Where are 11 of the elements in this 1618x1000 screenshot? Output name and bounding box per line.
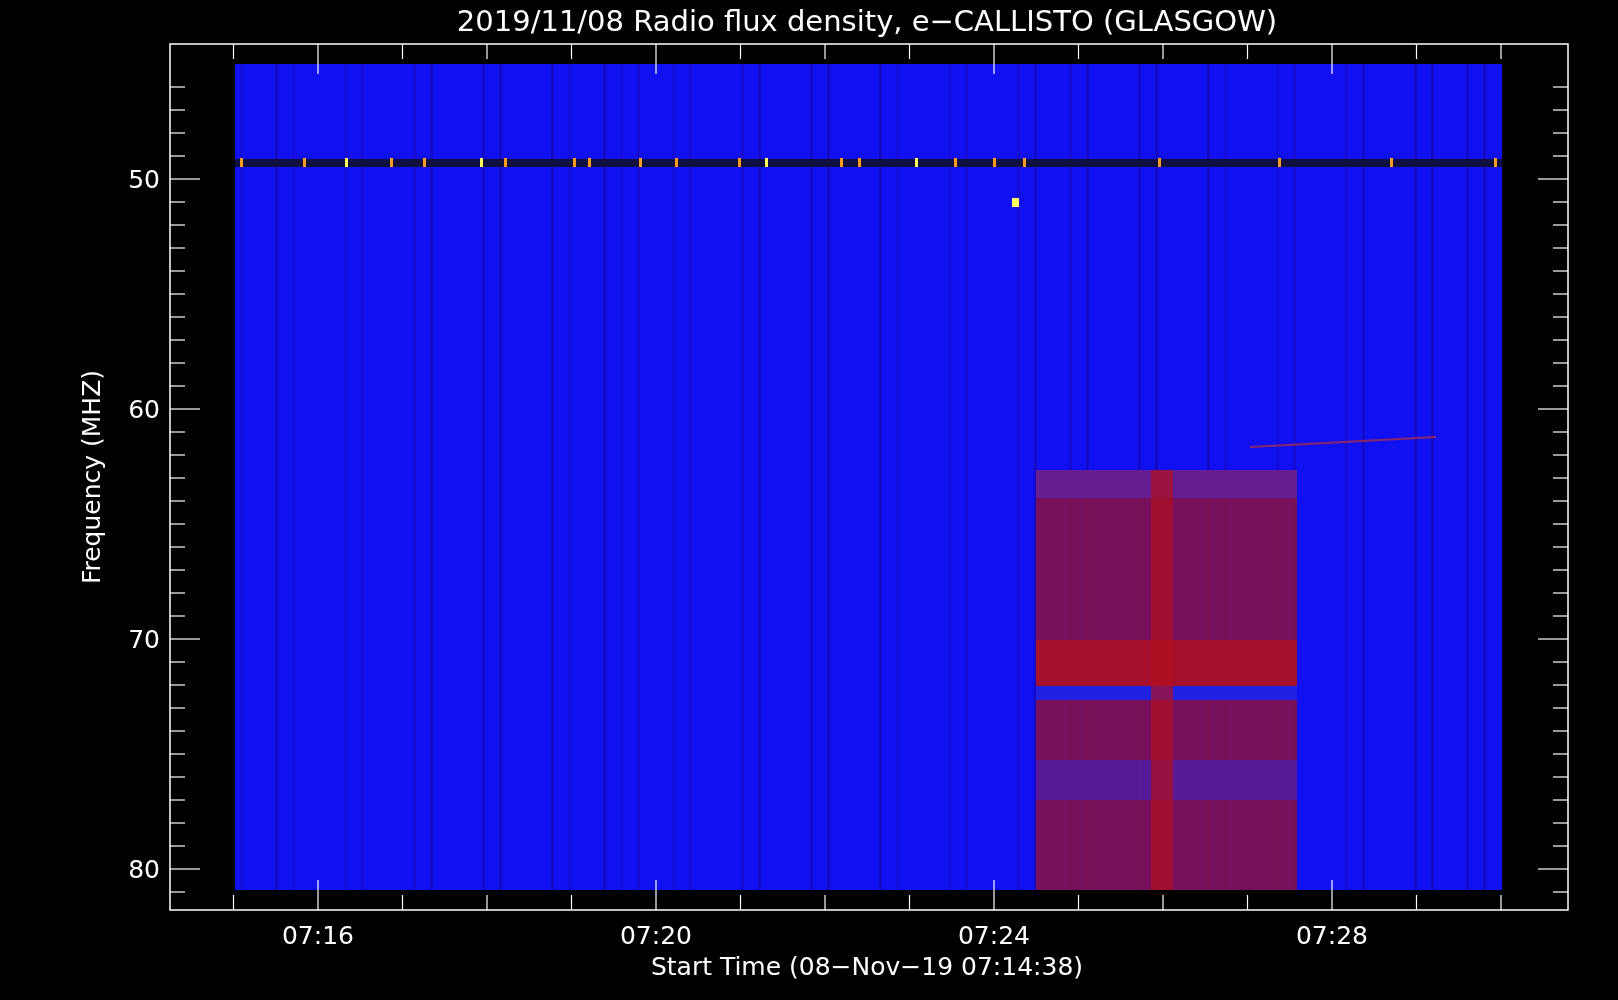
x-tick-label: 07:16 [282, 921, 354, 950]
y-tick-label: 50 [128, 165, 160, 194]
y-tick-label: 60 [128, 395, 160, 424]
x-tick-label: 07:24 [958, 921, 1030, 950]
x-tick-label: 07:28 [1296, 921, 1368, 950]
y-axis-label: Frequency (MHZ) [77, 369, 106, 585]
x-axis-label: Start Time (08−Nov−19 07:14:38) [650, 952, 1084, 981]
x-tick-label: 07:20 [620, 921, 692, 950]
y-tick-label: 70 [128, 625, 160, 654]
chart-title: 2019/11/08 Radio flux density, e−CALLISTO (GLASGOW) [456, 4, 1278, 38]
y-tick-label: 80 [128, 855, 160, 884]
